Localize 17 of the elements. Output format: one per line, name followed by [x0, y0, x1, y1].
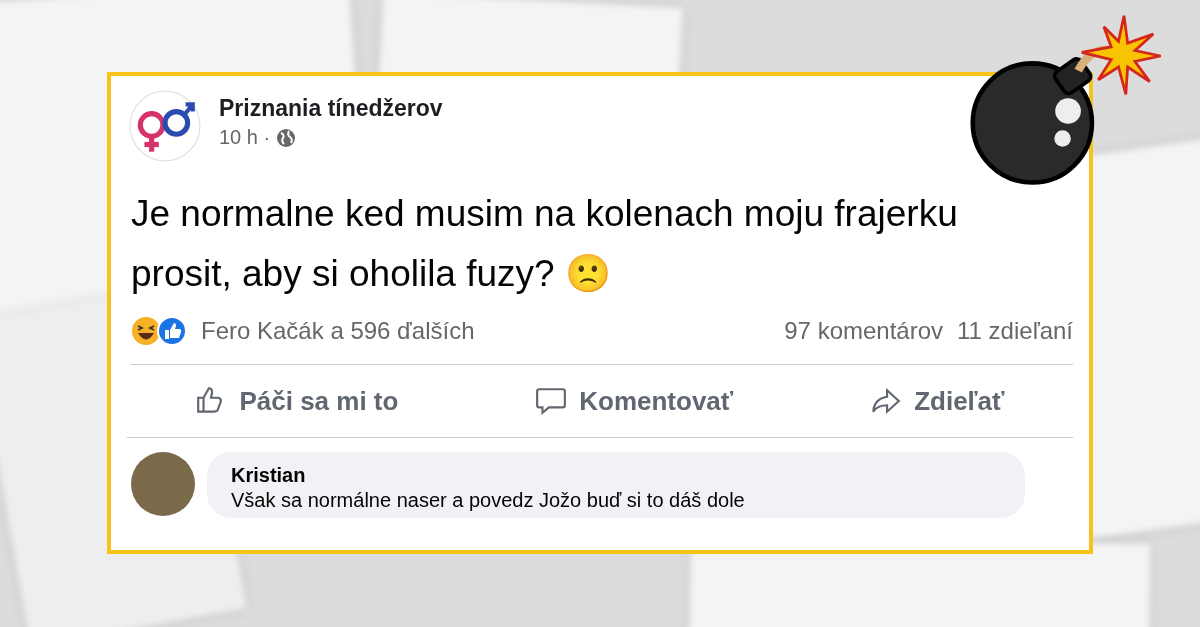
share-arrow-icon	[870, 385, 903, 417]
share-count[interactable]: 11 zdieľaní	[957, 317, 1073, 345]
comment-count[interactable]: 97 komentárov	[784, 317, 944, 345]
reaction-names[interactable]: Fero Kačák a 596 ďalších	[201, 317, 475, 345]
speech-bubble-icon	[535, 385, 568, 417]
comment-button[interactable]: Komentovať	[521, 379, 748, 423]
globe-icon	[276, 127, 297, 148]
post-time: 10 h ·	[219, 126, 271, 149]
thumbs-up-reaction-icon	[157, 316, 187, 346]
comment-text: Však sa normálne naser a povedz Jožo buď si to dáš dole	[231, 489, 746, 512]
comment-author[interactable]: Kristian	[231, 464, 1001, 487]
share-button[interactable]: Zdieľať	[856, 379, 1019, 423]
laughing-reaction-icon	[131, 316, 161, 346]
like-button[interactable]: Páči sa mi to	[181, 379, 413, 423]
post-text: Je normalne ked musim na kolenach moju frajerku prosit, aby si oholila fuzy? 🙁	[131, 192, 959, 296]
page-logo-icon	[129, 90, 201, 162]
page-name[interactable]: Priznania tínedžerov	[219, 95, 443, 122]
